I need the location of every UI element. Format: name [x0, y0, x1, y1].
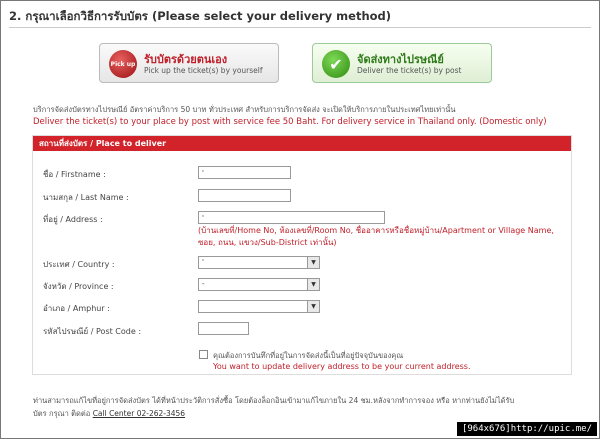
chevron-down-icon: ▼ — [307, 301, 319, 312]
footer-contact-prefix: บัตร กรุณา ติดต่อ — [33, 409, 91, 418]
amphur-select[interactable]: ▼ — [198, 300, 320, 313]
checkmark-icon: ✔ — [322, 50, 350, 78]
lastname-input[interactable] — [198, 189, 291, 202]
place-to-deliver-panel: สถานที่ส่งบัตร / Place to deliver ชื่อ /… — [32, 135, 572, 375]
chevron-down-icon: ▼ — [307, 279, 319, 290]
postcode-input[interactable] — [198, 322, 249, 335]
panel-header: สถานที่ส่งบัตร / Place to deliver — [33, 136, 571, 151]
post-option-button[interactable]: ✔ จัดส่งทางไปรษณีย์ Deliver the ticket(s… — [312, 43, 492, 83]
footer-note: ท่านสามารถแก้ไขที่อยู่การจัดส่งบัตร ได้ท… — [33, 396, 515, 405]
call-center-link[interactable]: Call Center 02-262-3456 — [93, 409, 185, 418]
post-subtitle: Deliver the ticket(s) by post — [357, 66, 462, 75]
delivery-method-page: 2. กรุณาเลือกวิธีการรับบัตร (Please sele… — [0, 0, 600, 439]
pickup-option-button[interactable]: Pick up รับบัตรด้วยตนเอง Pick up the tic… — [99, 43, 279, 83]
firstname-input[interactable] — [198, 166, 291, 179]
province-label: จังหวัด / Province : — [43, 282, 114, 291]
delivery-info-en: Deliver the ticket(s) to your place by p… — [33, 117, 547, 127]
country-select[interactable]: ' ▼ — [198, 256, 320, 269]
pickup-hand-icon: Pick up — [109, 50, 137, 78]
chevron-down-icon: ▼ — [307, 257, 319, 268]
province-select[interactable]: - ▼ — [198, 278, 320, 291]
address-input[interactable] — [198, 211, 385, 224]
address-label: ที่อยู่ / Address : — [43, 215, 103, 224]
postcode-label: รหัสไปรษณีย์ / Post Code : — [43, 327, 142, 336]
province-value: - — [202, 280, 205, 288]
delivery-info-th: บริการจัดส่งบัตรทางไปรษณีย์ อัตราค่าบริก… — [33, 105, 456, 114]
amphur-label: อำเภอ / Amphur : — [43, 304, 110, 313]
upic-watermark: [964x676]http://upic.me/ — [456, 422, 597, 436]
firstname-label: ชื่อ / Firstname : — [43, 170, 106, 179]
pickup-subtitle: Pick up the ticket(s) by yourself — [144, 66, 263, 75]
country-value: ' — [202, 258, 204, 266]
step-title: 2. กรุณาเลือกวิธีการรับบัตร (Please sele… — [9, 9, 392, 23]
update-address-label-th: คุณต้องการบันทึกที่อยู่ในการจัดส่งนี้เป็… — [213, 351, 404, 360]
lastname-label: นามสกุล / Last Name : — [43, 193, 129, 202]
address-hint: (บ้านเลขที่/Home No, ห้องเลขที่/Room No,… — [198, 226, 554, 247]
divider — [9, 27, 591, 28]
footer-contact: บัตร กรุณา ติดต่อ Call Center 02-262-345… — [33, 408, 185, 420]
country-label: ประเทศ / Country : — [43, 260, 115, 269]
update-address-checkbox[interactable] — [199, 350, 208, 359]
update-address-label-en: You want to update delivery address to b… — [213, 362, 471, 371]
